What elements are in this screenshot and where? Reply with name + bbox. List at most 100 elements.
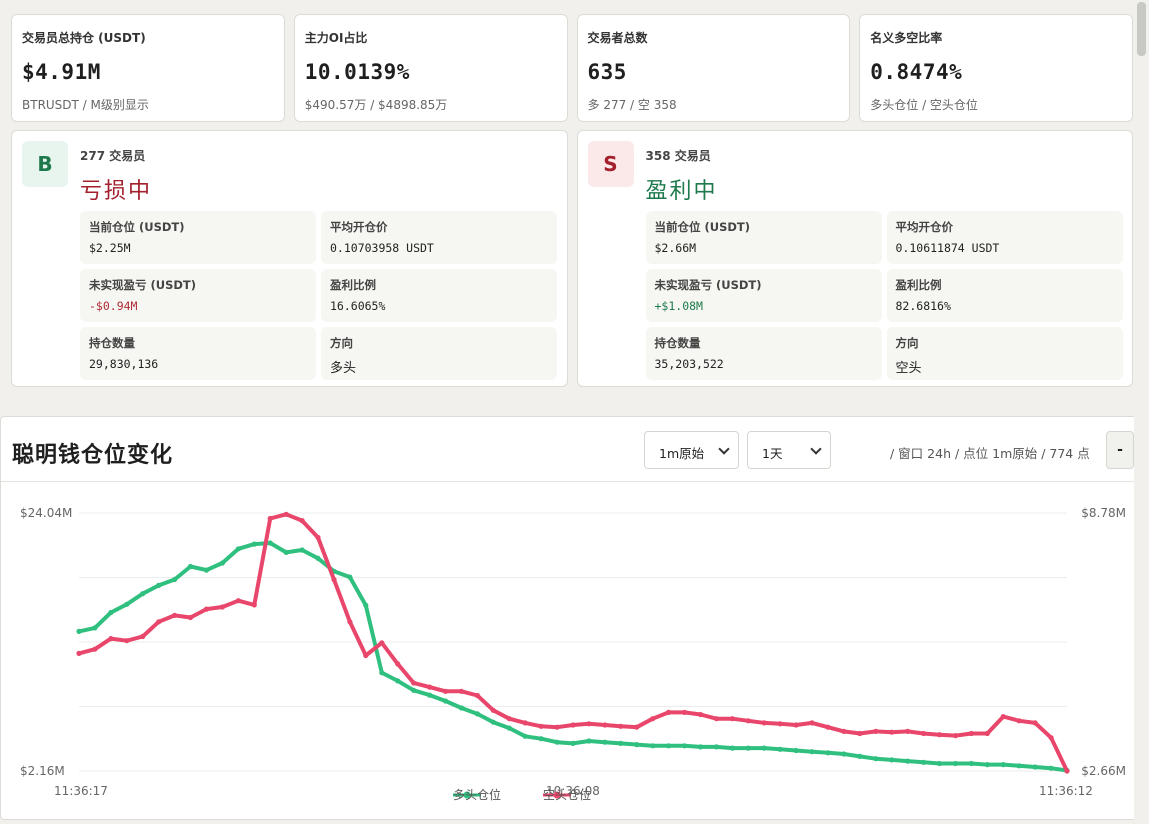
long-short-ratio-card: 名义多空比率 0.8474% 多头仓位 / 空头仓位 [859,14,1133,122]
stat-sub: 多 277 / 空 358 [587,98,677,112]
data-point [283,511,289,517]
data-point [873,756,879,762]
data-point [618,740,624,746]
stat-label: 主力OI占比 [304,31,368,45]
data-point [952,760,959,767]
data-point [140,633,146,640]
metric-value: $2.25M [89,241,131,255]
data-point [873,728,879,734]
data-point [921,759,927,765]
data-point [841,751,847,757]
metric-value: -$0.94M [89,299,138,313]
data-point [697,744,704,750]
data-point [219,560,225,566]
data-point [889,757,895,763]
left-axis-label: $2.16M [20,764,65,778]
short-side-card: S 358 交易员 盈利中 当前仓位 (USDT) $2.66M 平均开仓价 0… [576,130,1133,387]
data-point [124,638,130,644]
stat-sub: 多头仓位 / 空头仓位 [870,98,978,112]
data-point [172,576,178,583]
data-point [809,720,815,726]
trader-count-card: 交易者总数 635 多 277 / 空 358 [576,14,851,122]
data-point [729,716,736,722]
long-trader-count: 277 交易员 [80,149,146,163]
data-point [458,688,465,694]
data-point [522,720,528,726]
scrollbar[interactable] [1134,0,1149,824]
metric-cell: 盈利比例 16.6065% [321,269,557,322]
data-point [331,577,337,583]
legend-label: 多头仓位 [453,787,501,802]
data-point [442,698,449,704]
data-point [235,546,241,552]
data-point [713,744,720,750]
data-point [921,730,927,737]
data-point [554,739,560,745]
metric-label: 未实现盈亏 (USDT) [89,278,197,292]
metric-cell: 未实现盈亏 (USDT) -$0.94M [80,269,316,322]
data-point [411,687,417,693]
data-point [952,733,959,739]
stat-sub: $490.57万 / $4898.85万 [304,98,448,112]
data-point [905,758,911,764]
data-point [857,753,863,759]
data-point [315,555,321,561]
data-point [650,743,656,749]
data-point [984,730,990,737]
metric-value: 82.6816% [895,299,951,313]
metric-cell: 未实现盈亏 (USDT) +$1.08M [645,269,882,322]
data-point [777,746,783,752]
data-point [92,625,98,631]
stat-value: 10.0139% [304,60,410,84]
data-point [474,711,480,717]
metric-cell: 盈利比例 82.6816% [886,269,1123,322]
data-point [522,733,528,739]
short-trader-count: 358 交易员 [645,149,711,163]
data-point [490,707,496,713]
data-point [283,549,289,555]
metric-cell: 平均开仓价 0.10611874 USDT [886,211,1123,264]
data-point [793,722,799,728]
metric-cell: 平均开仓价 0.10703958 USDT [321,211,557,264]
data-point [538,723,544,729]
data-point [825,750,831,756]
short-metrics-grid: 当前仓位 (USDT) $2.66M 平均开仓价 0.10611874 USDT… [645,211,1123,380]
metric-value: 多头 [330,361,357,376]
data-point [427,692,433,698]
data-point [267,540,273,546]
series-line [77,512,1069,773]
long-status: 亏损中 [80,179,153,204]
data-point [618,723,624,729]
data-point [379,670,385,676]
metric-cell: 当前仓位 (USDT) $2.25M [80,211,316,264]
data-point [602,722,608,728]
data-point [841,728,847,734]
data-point [251,602,257,608]
data-point [936,760,943,767]
data-point [156,582,162,588]
position-chart-panel: 聪明钱仓位变化 1m原始 1天 / 窗口 24h / 点位 1m原始 / 774… [0,416,1146,820]
data-point [1016,763,1022,769]
metric-value: 空头 [895,361,922,376]
metric-label: 持仓数量 [654,336,701,350]
data-point [474,692,480,699]
data-point [108,609,114,616]
stat-sub: BTRUSDT / M级别显示 [22,98,149,112]
data-point [1048,765,1054,771]
data-point [602,739,608,745]
stat-label: 名义多空比率 [870,31,943,45]
metric-cell: 方向 空头 [886,327,1123,380]
data-point [347,619,353,625]
data-point [777,721,783,727]
total-position-card: 交易员总持仓 (USDT) $4.91M BTRUSDT / M级别显示 [11,14,285,122]
data-point [968,760,975,767]
data-point [1032,764,1038,770]
data-point [729,745,736,751]
data-point [666,709,672,715]
side-cards-row: B 277 交易员 亏损中 当前仓位 (USDT) $2.25M 平均开仓价 0… [11,130,1133,387]
scrollbar-thumb[interactable] [1137,2,1146,56]
metric-cell: 持仓数量 35,203,522 [645,327,882,380]
data-point [570,740,576,746]
data-point [745,718,751,724]
data-point [124,601,130,607]
